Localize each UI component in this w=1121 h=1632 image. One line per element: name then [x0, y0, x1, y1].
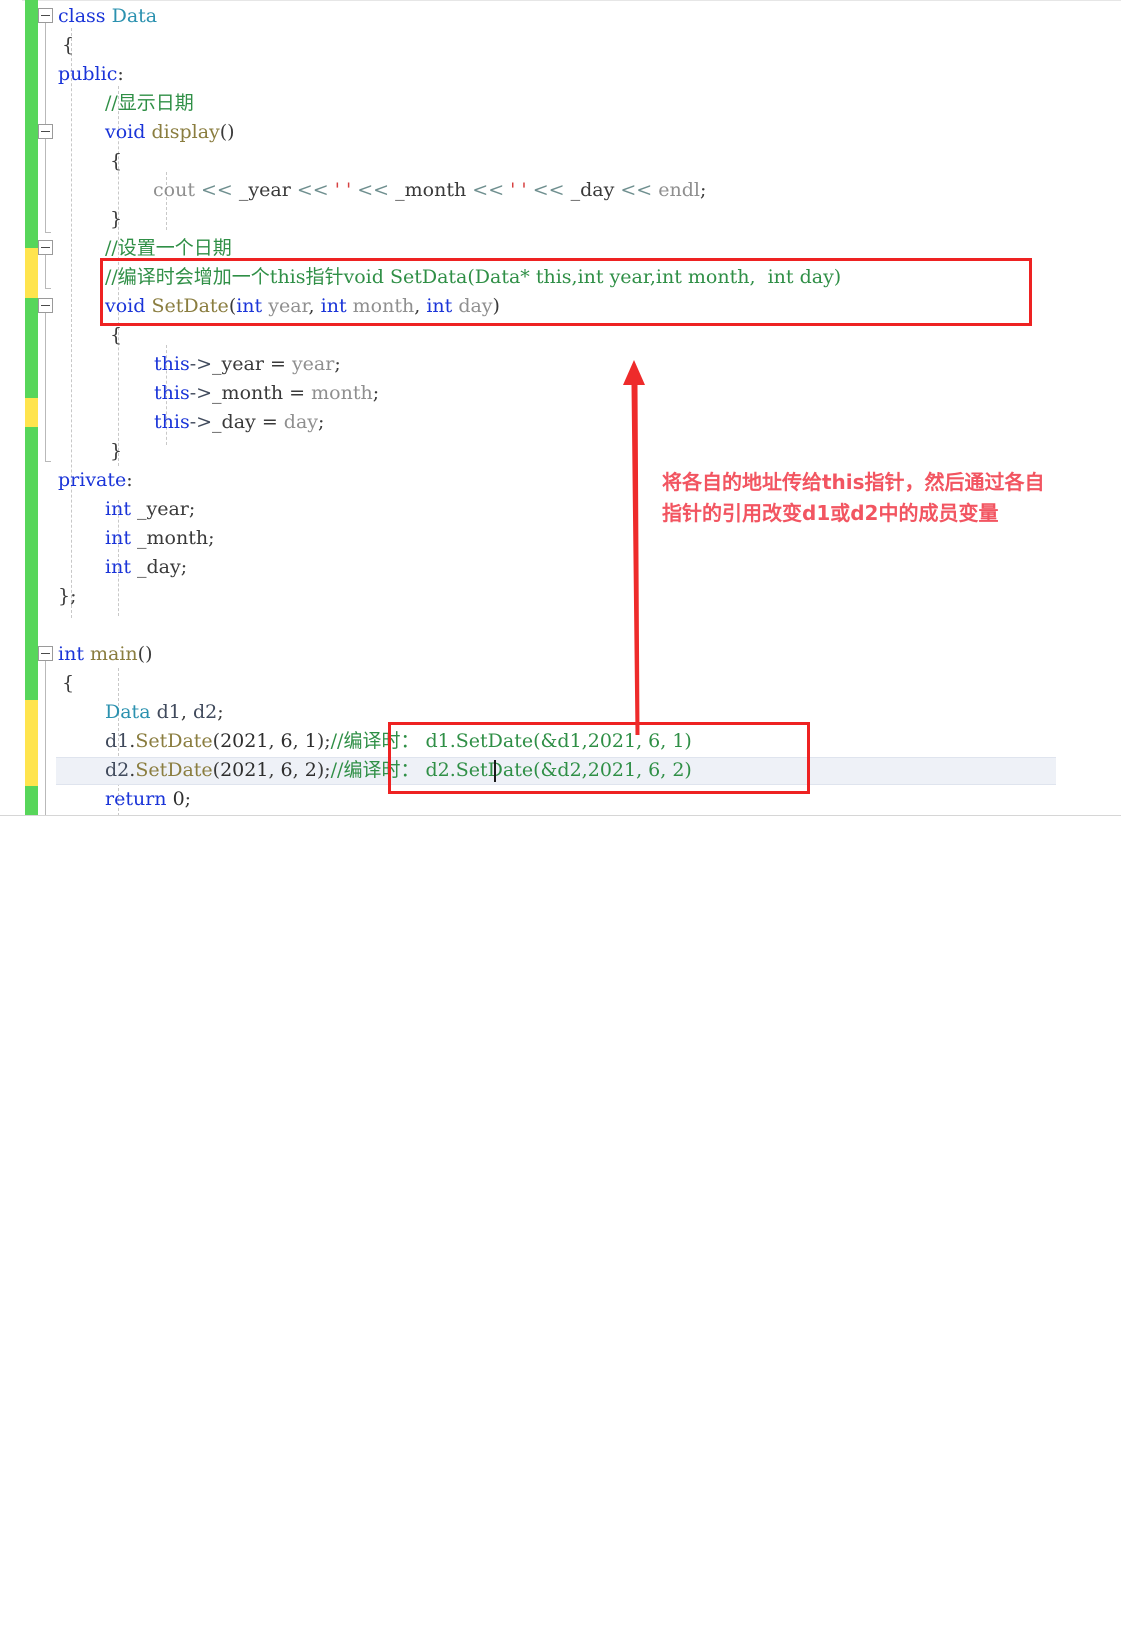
comment-display-date: //显示日期	[105, 92, 194, 114]
compile-time-call-highlight-box	[388, 722, 810, 794]
change-bar-segment-unsaved	[25, 398, 38, 427]
selection-margin[interactable]	[0, 0, 22, 816]
change-bar-segment-unsaved	[25, 700, 38, 786]
fold-main-function[interactable]	[38, 646, 53, 661]
code-line-18[interactable]: int _year;	[105, 495, 195, 524]
code-line-13[interactable]: this->_year = year;	[154, 350, 341, 379]
code-line-4[interactable]: //显示日期	[105, 89, 194, 118]
code-line-28[interactable]: return 0;	[105, 785, 191, 814]
code-line-20[interactable]: int _day;	[105, 553, 187, 582]
fold-guide-line	[45, 255, 46, 288]
code-line-6[interactable]: {	[110, 147, 122, 176]
fold-setdate-region[interactable]	[38, 240, 53, 255]
fold-guide-line	[45, 22, 46, 124]
this-pointer-declaration-highlight-box	[100, 258, 1032, 326]
fold-guide-line	[45, 661, 46, 816]
annotation-note-line-1: 将各自的地址传给this指针，然后通过各自	[662, 470, 1045, 494]
fold-display-method[interactable]	[38, 124, 53, 139]
code-line-14[interactable]: this->_month = month;	[154, 379, 379, 408]
change-bar-segment-unsaved	[25, 248, 38, 298]
code-text-layer[interactable]: class Data { public: //显示日期 void display…	[58, 0, 1121, 816]
change-bar-segment-saved	[25, 786, 38, 816]
change-bar-segment-saved	[25, 427, 38, 700]
code-line-5[interactable]: void display()	[105, 118, 235, 147]
code-line-17[interactable]: private:	[58, 466, 133, 495]
fold-guide-line	[45, 138, 46, 232]
annotation-note-line-2: 指针的引用改变d1或d2中的成员变量	[662, 501, 999, 525]
code-line-2[interactable]: {	[62, 31, 74, 60]
code-line-24[interactable]: {	[62, 669, 74, 698]
fold-region-end	[45, 232, 51, 233]
outlining-column[interactable]	[38, 0, 58, 816]
fold-region-end	[45, 461, 51, 462]
code-line-3[interactable]: public:	[58, 60, 124, 89]
code-line-25[interactable]: Data d1, d2;	[105, 698, 224, 727]
change-bar-segment-saved	[25, 298, 38, 398]
change-bar-track	[25, 0, 38, 816]
code-line-23[interactable]: int main()	[58, 640, 153, 669]
code-line-16[interactable]: }	[110, 437, 122, 466]
code-line-1[interactable]: class Data	[58, 2, 157, 31]
fold-setdate-method[interactable]	[38, 298, 53, 313]
fold-class-data[interactable]	[38, 8, 53, 23]
code-editor-canvas[interactable]: class Data { public: //显示日期 void display…	[0, 0, 1121, 816]
comment-set-date: //设置一个日期	[105, 237, 232, 259]
code-line-19[interactable]: int _month;	[105, 524, 214, 553]
code-line-22-blank[interactable]	[58, 611, 64, 640]
code-line-21[interactable]: };	[58, 582, 77, 611]
code-line-15[interactable]: this->_day = day;	[154, 408, 324, 437]
code-line-8[interactable]: }	[110, 205, 122, 234]
code-line-7[interactable]: cout << _year << ' ' << _month << ' ' <<…	[153, 176, 706, 205]
change-bar-segment-saved	[25, 0, 38, 248]
fold-region-end	[45, 288, 51, 289]
fold-guide-line	[45, 313, 46, 461]
